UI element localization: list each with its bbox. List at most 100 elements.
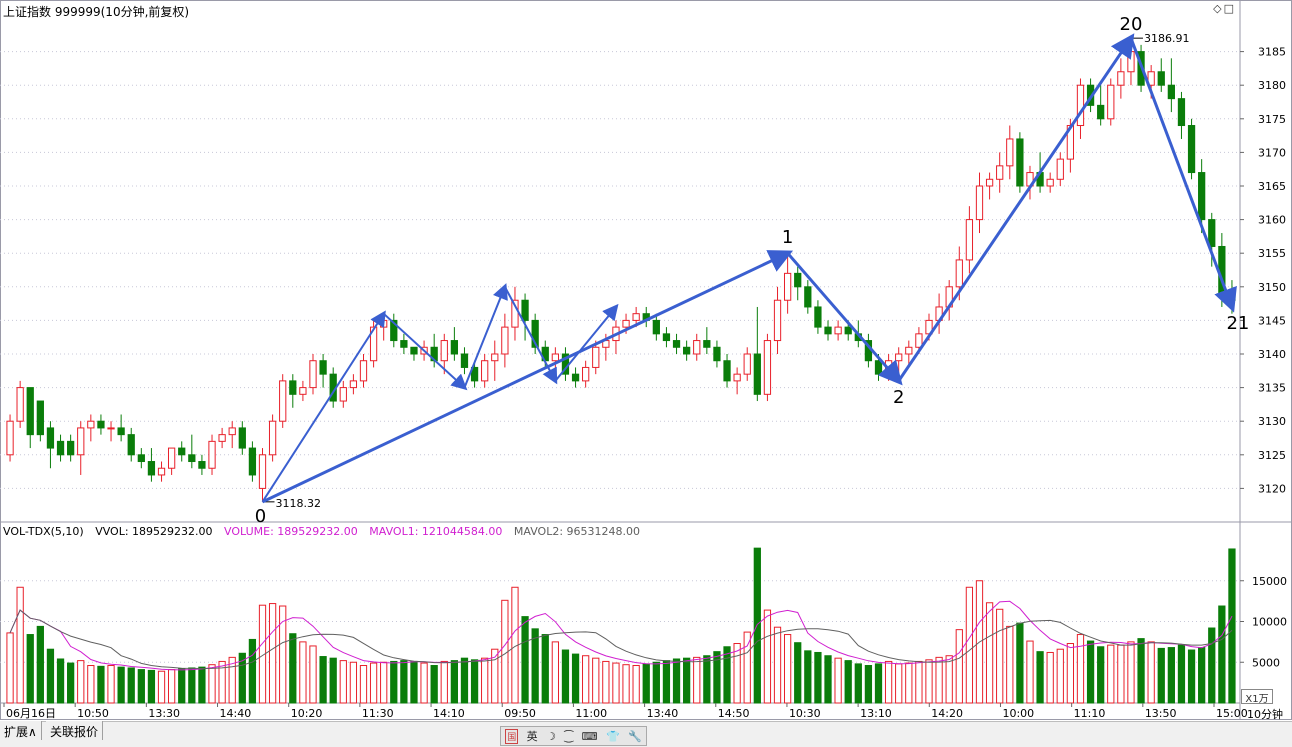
volume-bar [783,634,792,704]
candle-body [349,380,358,389]
volume-bar [77,660,85,704]
tab-expand[interactable]: 扩展∧ [0,721,42,740]
wave-arrow [786,252,903,386]
candle-body [783,272,792,301]
volume-bar [440,660,448,704]
moon-icon[interactable]: ☽ [546,730,556,743]
volume-bar [834,657,842,704]
volume-tick-label: 5000 [1252,656,1280,669]
volume-bar [1036,651,1044,704]
volume-bar [16,586,24,704]
candle-body [157,467,166,476]
candle-body [1117,71,1125,86]
candle-body [834,326,842,335]
vvol-value: VVOL: 189529232.00 [95,525,213,538]
volume-bar [117,666,125,704]
volume-bar [167,669,176,704]
time-tick-label: 11:10 [1074,707,1106,720]
candle-body [1046,178,1054,187]
volume-bar [359,665,368,704]
volume-bar [521,616,529,704]
volume-bar [985,602,994,704]
candle-body [723,360,731,382]
volume-bar [541,634,549,704]
volume-indicator-name[interactable]: VOL-TDX(5,10) [3,525,84,538]
candle-body [582,366,590,382]
price-tick-label: 3170 [1258,146,1286,159]
volume-bar [349,661,358,704]
volume-bar [208,664,216,704]
volume-bar [380,661,388,704]
candle-body [996,165,1004,180]
candle-body [905,346,913,355]
volume-bar [430,665,438,704]
volume-bar [299,641,307,704]
wave-label: 0 [255,506,266,527]
time-tick-label: 10:00 [1002,707,1034,720]
volume-bar [723,646,731,704]
volume-bar [561,649,570,704]
volume-bar [753,547,761,704]
volume-bar [1076,634,1085,704]
candle-body [1056,158,1064,180]
wave-arrow [261,250,794,504]
ime-mode-icon[interactable]: 国 [505,728,519,744]
volume-bar [137,669,145,704]
volume-bar [763,609,772,704]
volume-bar [369,662,378,704]
candle-body [167,447,176,469]
volume-bar [683,657,691,704]
time-tick-label: 10:30 [789,707,821,720]
volume-bar [1066,643,1075,704]
price-tick-label: 3150 [1258,281,1286,294]
volume-bar [945,655,953,704]
ime-english-toggle[interactable]: 英 [527,728,538,744]
tab-related-quotes[interactable]: 关联报价 [46,721,104,740]
candle-body [56,440,65,456]
volume-bar [1157,647,1165,704]
candle-body [501,326,509,355]
volume-bar [571,653,580,704]
window-controls[interactable]: ◇□ [1213,2,1236,15]
volume-bar [773,626,782,704]
candle-body [258,454,267,489]
volume-bar [874,663,883,704]
price-tick-label: 3120 [1258,482,1286,495]
volume-bar [895,663,903,704]
candle-body [178,447,186,456]
time-tick-label: 11:00 [575,707,607,720]
volume-bar [470,659,479,704]
kline-chart[interactable]: 3120 3125 3130 3135 3140 3145 3150 3155 3160 3165… [0,0,1292,720]
candle-body [6,420,14,456]
volume-bar [582,655,590,704]
volume-bar [693,656,701,704]
volume-bar [612,662,620,704]
skin-icon[interactable]: 👕 [606,730,620,743]
ime-toolbar[interactable]: 国 英 ☽ ⁐ ⌨ 👕 🔧 [500,726,647,746]
candle-body [137,454,145,463]
candle-body [36,400,44,436]
punctuation-icon[interactable]: ⁐ [564,730,573,743]
volume-bar [97,665,105,704]
candle-body [117,427,125,436]
volume-bar [955,629,963,704]
volume-bar [844,660,852,704]
volume-bar [622,664,630,704]
candle-body [814,306,822,328]
volume-indicator-header: VOL-TDX(5,10) VVOL: 189529232.00 VOLUME:… [3,525,648,538]
candle-body [1076,84,1085,127]
volume-bar [36,625,44,704]
candle-body [703,340,711,348]
keyboard-icon[interactable]: ⌨ [582,730,598,743]
candle-body [895,353,903,362]
wrench-icon[interactable]: 🔧 [628,730,642,743]
volume-bar [1198,647,1206,704]
candle-body [77,427,85,456]
candle-body [97,420,105,429]
subwave-arrow [503,286,558,385]
candle-body [481,360,489,382]
candle-body [147,461,156,476]
period-label[interactable]: 10分钟 [1240,706,1290,721]
candle-body [672,340,681,348]
candle-body [622,319,630,328]
